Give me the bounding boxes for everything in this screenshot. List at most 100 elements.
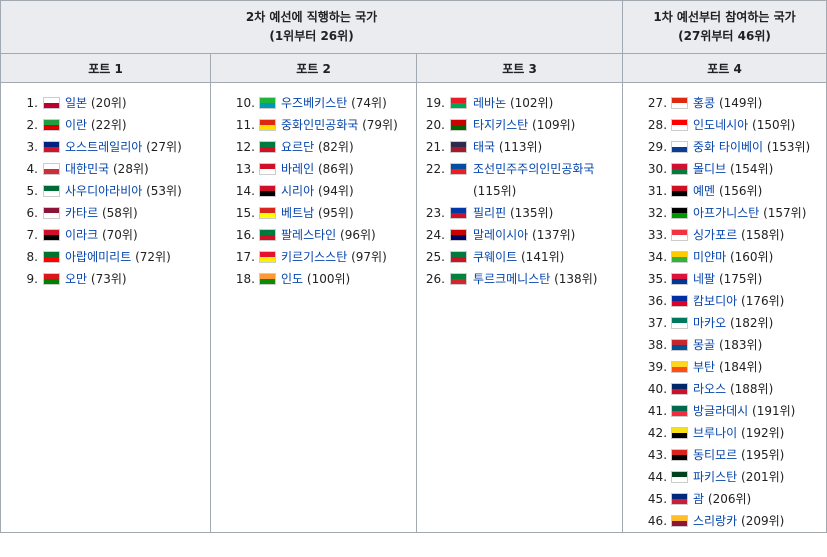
team-name-link[interactable]: 레바논 [473, 96, 506, 110]
team-name-link[interactable]: 투르크메니스탄 [473, 272, 550, 286]
team-name-link[interactable]: 방글라데시 [693, 404, 748, 418]
team-name-link[interactable]: 인도네시아 [693, 118, 748, 132]
team-name-link[interactable]: 아랍에미리트 [65, 250, 131, 264]
flag-icon [671, 383, 689, 395]
flag-icon [671, 317, 689, 329]
team-seed-number: 28. [647, 118, 668, 132]
pot-2-cell: 10. 우즈베키스탄 (74위) 11. 중화인민공화국 (79위) 12. 요르단 (8… [210, 82, 417, 533]
team-seed-number: 21. [425, 140, 445, 154]
pot-header-2: 포트 2 [210, 53, 417, 83]
team-fifa-rank: (201위) [741, 470, 785, 484]
team-name-link[interactable]: 필리핀 [473, 206, 506, 220]
flag-icon [259, 273, 276, 285]
team-name-link[interactable]: 카타르 [65, 206, 98, 220]
team-seed-number: 41. [647, 404, 668, 418]
flag-icon [671, 251, 689, 263]
team-name-link[interactable]: 오스트레일리아 [65, 140, 142, 154]
team-list-item: 32. 아프가니스탄 (157위) [623, 202, 826, 224]
team-fifa-rank: (157위) [763, 206, 807, 220]
team-list-item: 40. 라오스 (188위) [623, 378, 826, 400]
flag-icon [43, 119, 60, 131]
team-list-item: 4. 대한민국 (28위) [1, 158, 210, 180]
team-name-link[interactable]: 이란 [65, 118, 87, 132]
team-list-item: 25. 쿠웨이트 (141위) [417, 246, 622, 268]
team-name-link[interactable]: 인도 [281, 272, 303, 286]
team-name-link[interactable]: 태국 [473, 140, 495, 154]
team-name-link[interactable]: 부탄 [693, 360, 715, 374]
team-name-link[interactable]: 팔레스타인 [281, 228, 336, 242]
team-name-link[interactable]: 파키스탄 [693, 470, 737, 484]
team-name-link[interactable]: 사우디아라비아 [65, 184, 142, 198]
team-fifa-rank: (53위) [146, 184, 182, 198]
team-name-link[interactable]: 바레인 [281, 162, 314, 176]
team-fifa-rank: (95위) [317, 206, 354, 220]
team-name-link[interactable]: 네팔 [693, 272, 715, 286]
team-name-link[interactable]: 마카오 [693, 316, 726, 330]
flag-icon [450, 207, 467, 219]
flag-icon [259, 97, 276, 109]
team-fifa-rank: (74위) [351, 96, 387, 110]
team-seed-number: 33. [647, 228, 668, 242]
team-name-link[interactable]: 우즈베키스탄 [281, 96, 347, 110]
team-name-link[interactable]: 요르단 [281, 140, 314, 154]
team-name-link[interactable]: 홍콩 [693, 96, 715, 110]
flag-icon [450, 229, 467, 241]
team-name-link[interactable]: 조선민주주의인민공화국 [473, 162, 594, 176]
team-list-item: 30. 몰디브 (154위) [623, 158, 826, 180]
team-name-link[interactable]: 동티모르 [693, 448, 737, 462]
team-name-link[interactable]: 아프가니스탄 [693, 206, 759, 220]
team-name-link[interactable]: 싱가포르 [693, 228, 737, 242]
flag-icon [671, 163, 689, 175]
team-fifa-rank: (28위) [113, 162, 149, 176]
team-name-link[interactable]: 타지키스탄 [473, 118, 528, 132]
team-name-link[interactable]: 오만 [65, 272, 87, 286]
team-list-item: 29. 중화 타이베이 (153위) [623, 136, 826, 158]
team-list-item: 21. 태국 (113위) [417, 136, 622, 158]
group-header-row: 2차 예선에 직행하는 국가 (1위부터 26위) 1차 예선부터 참여하는 국… [0, 0, 827, 54]
team-list-item: 45. 괌 (206위) [623, 488, 826, 510]
flag-icon [43, 273, 60, 285]
group-header-second-round: 2차 예선에 직행하는 국가 (1위부터 26위) [0, 0, 624, 54]
team-name-link[interactable]: 시리아 [281, 184, 314, 198]
team-name-link[interactable]: 미얀마 [693, 250, 726, 264]
flag-icon [671, 207, 689, 219]
team-seed-number: 24. [425, 228, 445, 242]
team-list-item: 10. 우즈베키스탄 (74위) [211, 92, 416, 114]
team-list-item: 46. 스리랑카 (209위) [623, 510, 826, 532]
team-name-link[interactable]: 브루나이 [693, 426, 737, 440]
team-name-link[interactable]: 예멘 [693, 184, 715, 198]
team-seed-number: 32. [647, 206, 668, 220]
team-name-link[interactable]: 스리랑카 [693, 514, 737, 528]
flag-icon [450, 141, 467, 153]
flag-icon [671, 141, 689, 153]
team-name-link[interactable]: 베트남 [281, 206, 314, 220]
pot-header-3: 포트 3 [415, 53, 624, 83]
team-seed-number: 3. [26, 140, 38, 154]
team-fifa-rank: (209위) [741, 514, 785, 528]
team-name-link[interactable]: 몽골 [693, 338, 715, 352]
team-name-link[interactable]: 말레이시아 [473, 228, 528, 242]
flag-icon [259, 141, 276, 153]
team-name-link[interactable]: 중화 타이베이 [693, 140, 763, 154]
team-seed-number: 38. [647, 338, 668, 352]
team-name-link[interactable]: 라오스 [693, 382, 726, 396]
team-name-link[interactable]: 캄보디아 [693, 294, 737, 308]
flag-icon [43, 141, 60, 153]
team-name-link[interactable]: 일본 [65, 96, 87, 110]
team-list-item: 16. 팔레스타인 (96위) [211, 224, 416, 246]
team-fifa-rank: (195위) [741, 448, 785, 462]
team-name-link[interactable]: 괌 [693, 492, 704, 506]
flag-icon [259, 251, 276, 263]
team-name-link[interactable]: 이라크 [65, 228, 98, 242]
team-name-link[interactable]: 쿠웨이트 [473, 250, 517, 264]
flag-icon [43, 251, 60, 263]
flag-icon [259, 207, 276, 219]
team-list-item: 36. 캄보디아 (176위) [623, 290, 826, 312]
team-list-item: 44. 파키스탄 (201위) [623, 466, 826, 488]
team-name-link[interactable]: 중화인민공화국 [281, 118, 358, 132]
team-list-item: 1. 일본 (20위) [1, 92, 210, 114]
team-name-link[interactable]: 몰디브 [693, 162, 726, 176]
team-name-link[interactable]: 키르기스스탄 [281, 250, 347, 264]
team-seed-number: 11. [235, 118, 255, 132]
team-name-link[interactable]: 대한민국 [65, 162, 109, 176]
